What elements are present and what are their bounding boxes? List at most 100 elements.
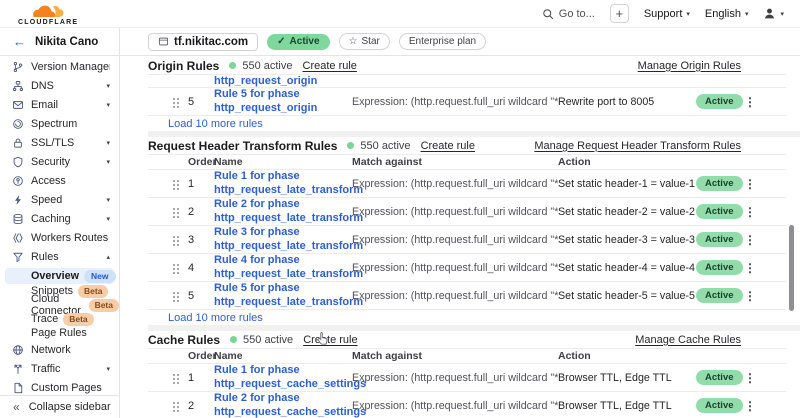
database-icon	[12, 213, 24, 225]
drag-handle-icon[interactable]	[172, 372, 180, 384]
table-row: 5 Rule 5 for phase http_request_late_tra…	[148, 282, 786, 310]
drag-handle-icon[interactable]	[172, 400, 180, 412]
manage-cache-rules-link[interactable]: Manage Cache Rules	[635, 334, 741, 346]
sidebar-item-ssl-tls[interactable]: SSL/TLS ▾	[0, 133, 119, 152]
load-more-link[interactable]: Load 10 more rules	[148, 310, 786, 325]
chevron-down-icon: ▾	[686, 10, 690, 18]
drag-handle-icon[interactable]	[172, 178, 180, 190]
sidebar-item-label: Overview	[31, 270, 79, 282]
site-selector[interactable]: tf.nikitac.com	[148, 33, 258, 51]
sidebar-item-label: Page Rules	[31, 327, 87, 339]
kebab-menu-icon[interactable]: ⋮	[742, 233, 758, 247]
sidebar-item-traffic[interactable]: Traffic ▾	[0, 359, 119, 378]
rule-name-link[interactable]: Rule 4 for phase http_request_late_trans…	[214, 254, 352, 281]
sidebar-item-page-rules[interactable]: Page Rules	[0, 326, 119, 340]
document-icon	[12, 382, 24, 394]
rule-name-link[interactable]: Rule 5 for phase http_request_origin	[214, 88, 352, 115]
sidebar-item-network[interactable]: Network	[0, 340, 119, 359]
back-arrow-icon[interactable]: ←	[13, 34, 26, 49]
chevron-down-icon: ▾	[106, 196, 110, 204]
cache-rules-section: Cache Rules 550 active Create rule Manag…	[148, 331, 786, 418]
status-badge: Active	[696, 232, 743, 247]
language-label: English	[705, 8, 741, 20]
sidebar-item-caching[interactable]: Caching ▾	[0, 209, 119, 228]
rule-name-link[interactable]: Rule 1 for phase http_request_late_trans…	[214, 170, 352, 197]
sidebar-item-speed[interactable]: Speed ▾	[0, 190, 119, 209]
sidebar-item-access[interactable]: Access	[0, 171, 119, 190]
manage-origin-rules-link[interactable]: Manage Origin Rules	[638, 60, 741, 72]
collapse-label: Collapse sidebar	[29, 401, 111, 413]
keyhole-icon	[12, 175, 24, 187]
rule-name-link[interactable]: Rule 2 for phase http_request_late_trans…	[214, 198, 352, 225]
active-count: 550 active	[243, 334, 293, 346]
sidebar-item-label: Network	[31, 344, 110, 356]
drag-handle-icon[interactable]	[172, 290, 180, 302]
user-icon	[763, 7, 776, 20]
sidebar-item-label: Rules	[31, 251, 99, 263]
collapse-icon: «	[13, 400, 20, 414]
chevron-down-icon: ▾	[106, 82, 110, 90]
rule-name-link[interactable]: Rule 3 for phase http_request_late_trans…	[214, 226, 352, 253]
sidebar-item-overview[interactable]: Overview New	[5, 268, 114, 284]
beta-badge: Beta	[89, 299, 119, 312]
dns-nodes-icon	[12, 80, 24, 92]
global-search[interactable]: Go to...	[542, 8, 595, 20]
column-order: Order	[188, 156, 214, 168]
rule-name-link[interactable]: Rule 2 for phase http_request_cache_sett…	[214, 392, 352, 418]
sidebar-item-dns[interactable]: DNS ▾	[0, 76, 119, 95]
shield-icon	[12, 156, 24, 168]
drag-handle-icon[interactable]	[172, 206, 180, 218]
sidebar-item-version-management[interactable]: Version Management	[0, 57, 119, 76]
table-column-headers: Order Name Match against Action	[148, 155, 786, 170]
lightning-bolt-icon	[12, 194, 24, 206]
rule-name-link[interactable]: Rule 1 for phase http_request_cache_sett…	[214, 364, 352, 391]
sidebar-item-security[interactable]: Security ▾	[0, 152, 119, 171]
kebab-menu-icon[interactable]: ⋮	[742, 95, 758, 109]
top-right-menu: Go to... + Support ▾ English ▾ ▾	[542, 4, 784, 23]
kebab-menu-icon[interactable]: ⋮	[742, 399, 758, 413]
add-button[interactable]: +	[610, 4, 629, 23]
kebab-menu-icon[interactable]: ⋮	[742, 289, 758, 303]
sidebar-item-workers-routes[interactable]: Workers Routes	[0, 228, 119, 247]
scrollbar-thumb[interactable]	[789, 225, 794, 311]
cloudflare-logo[interactable]: CLOUDFLARE	[18, 4, 78, 26]
kebab-menu-icon[interactable]: ⋮	[742, 177, 758, 191]
kebab-menu-icon[interactable]: ⋮	[742, 205, 758, 219]
search-icon	[542, 8, 554, 20]
lock-icon	[12, 137, 24, 149]
table-row: 2 Rule 2 for phase http_request_cache_se…	[148, 392, 786, 418]
support-menu[interactable]: Support ▾	[644, 8, 690, 20]
sidebar-item-label: Speed	[31, 194, 99, 206]
kebab-menu-icon[interactable]: ⋮	[742, 261, 758, 275]
sidebar-item-email[interactable]: Email ▾	[0, 95, 119, 114]
drag-handle-icon[interactable]	[172, 262, 180, 274]
sidebar-item-rules[interactable]: Rules ▴	[0, 247, 119, 266]
collapse-sidebar-button[interactable]: « Collapse sidebar	[0, 395, 119, 418]
drag-handle-icon[interactable]	[172, 234, 180, 246]
account-name: Nikita Cano	[35, 36, 98, 48]
sidebar-item-label: Email	[31, 99, 99, 111]
sidebar-item-cloud-connector[interactable]: Cloud Connector Beta	[0, 298, 119, 312]
drag-handle-icon[interactable]	[172, 96, 180, 108]
create-rule-link[interactable]: Create rule	[303, 60, 357, 72]
chevron-down-icon: ▾	[106, 365, 110, 373]
language-menu[interactable]: English ▾	[705, 8, 749, 20]
rule-name-partial[interactable]: http_request_origin	[214, 75, 352, 88]
sidebar-item-spectrum[interactable]: Spectrum	[0, 114, 119, 133]
create-rule-link[interactable]: Create rule	[303, 334, 357, 346]
kebab-menu-icon[interactable]: ⋮	[742, 371, 758, 385]
check-icon: ✓	[277, 36, 285, 47]
star-button[interactable]: ☆ Star	[339, 33, 390, 50]
manage-request-header-rules-link[interactable]: Manage Request Header Transform Rules	[534, 140, 741, 152]
column-match: Match against	[352, 156, 558, 168]
user-menu[interactable]: ▾	[763, 7, 784, 20]
create-rule-link[interactable]: Create rule	[421, 140, 475, 152]
plan-badge: Enterprise plan	[399, 33, 486, 50]
table-row: 2 Rule 2 for phase http_request_late_tra…	[148, 198, 786, 226]
funnel-icon	[12, 251, 24, 263]
site-name: tf.nikitac.com	[174, 36, 248, 48]
account-breadcrumb-bar: ← Nikita Cano tf.nikitac.com ✓ Active ☆ …	[0, 28, 800, 56]
git-branch-icon	[12, 61, 24, 73]
load-more-link[interactable]: Load 10 more rules	[148, 116, 786, 131]
rule-name-link[interactable]: Rule 5 for phase http_request_late_trans…	[214, 282, 352, 309]
